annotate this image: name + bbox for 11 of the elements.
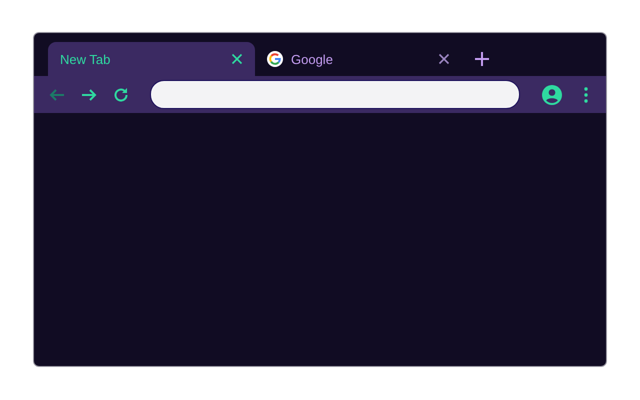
close-icon[interactable]: [436, 51, 452, 67]
browser-tab[interactable]: Google: [255, 42, 462, 76]
tab-title: Google: [291, 52, 334, 66]
browser-tab[interactable]: New Tab: [48, 42, 255, 76]
new-tab-icon[interactable]: [474, 51, 490, 67]
address-field[interactable]: [150, 80, 520, 109]
tab-title: New Tab: [60, 52, 112, 66]
profile-icon[interactable]: [542, 84, 562, 104]
close-icon[interactable]: [229, 51, 245, 67]
menu-icon[interactable]: [582, 86, 590, 104]
reload-icon[interactable]: [112, 86, 130, 104]
